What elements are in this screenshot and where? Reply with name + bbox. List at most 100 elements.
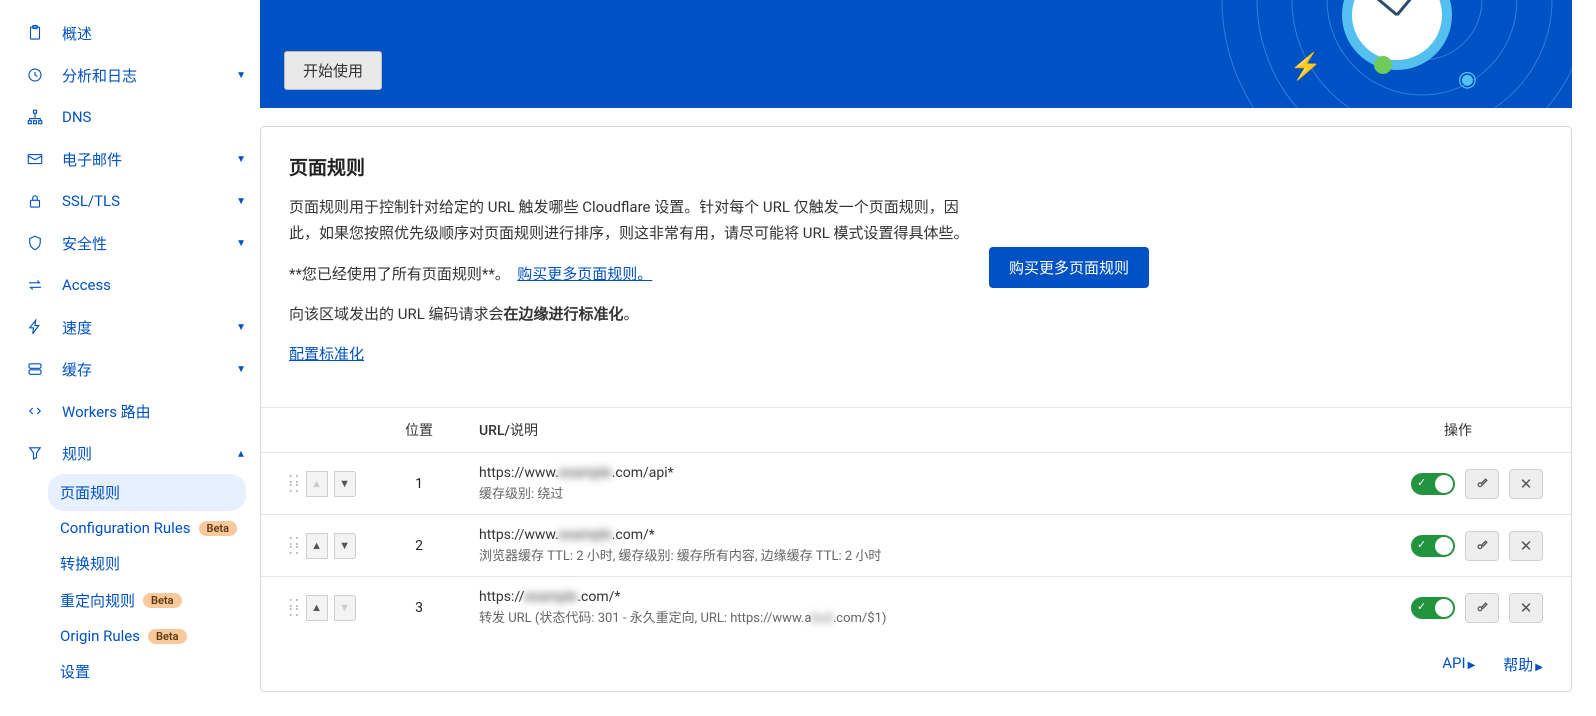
bolt-decoration-icon: ⚡: [1290, 52, 1322, 82]
main: 开始使用 ⚡ ◉ 页面规则 页面规则用于控制针对给定的 URL 触发哪些 Clo…: [260, 0, 1596, 716]
buy-more-link[interactable]: 购买更多页面规则。: [517, 265, 652, 283]
col-actions: 操作: [1373, 420, 1543, 440]
chevron-down-icon: ▼: [236, 154, 246, 165]
chevron-down-icon: ▼: [236, 70, 246, 81]
card-title: 页面规则: [289, 153, 969, 180]
beta-badge: Beta: [148, 629, 187, 644]
swap-icon: [24, 274, 46, 296]
start-button[interactable]: 开始使用: [284, 51, 382, 90]
col-description: URL/说明: [479, 420, 1373, 440]
table-header: 位置 URL/说明 操作: [261, 407, 1571, 452]
col-position: 位置: [359, 420, 479, 440]
row-url: https://example.com/*: [479, 589, 1373, 605]
edit-button[interactable]: [1465, 469, 1499, 499]
chevron-down-icon: ▼: [236, 196, 246, 207]
sidebar-item-email[interactable]: 电子邮件 ▼: [0, 138, 260, 180]
drag-handle-icon[interactable]: ∷∷: [289, 599, 300, 617]
sidebar-item-overview[interactable]: 概述: [0, 12, 260, 54]
move-down-button[interactable]: ▼: [334, 471, 356, 497]
chevron-down-icon: ▼: [236, 238, 246, 249]
sidebar-sub-redirect[interactable]: 重定向规则Beta: [60, 582, 260, 619]
sidebar-item-access[interactable]: Access: [0, 264, 260, 306]
card-norm-line: 向该区域发出的 URL 编码请求会在边缘进行标准化。: [289, 301, 969, 327]
sidebar-item-label: 安全性: [62, 233, 107, 254]
buy-more-button[interactable]: 购买更多页面规则: [989, 247, 1149, 288]
shield-icon: [24, 232, 46, 254]
row-position: 3: [359, 600, 479, 616]
page-rules-card: 页面规则 页面规则用于控制针对给定的 URL 触发哪些 Cloudflare 设…: [260, 126, 1572, 692]
sidebar-item-label: DNS: [62, 108, 91, 126]
hero-banner: 开始使用 ⚡ ◉: [260, 0, 1572, 108]
card-description: 页面规则用于控制针对给定的 URL 触发哪些 Cloudflare 设置。针对每…: [289, 194, 969, 247]
row-desc: 浏览器缓存 TTL: 2 小时, 缓存级别: 缓存所有内容, 边缘缓存 TTL:…: [479, 545, 1373, 564]
sidebar-sub-config-rules[interactable]: Configuration RulesBeta: [60, 511, 260, 545]
sidebar-item-cache[interactable]: 缓存 ▼: [0, 348, 260, 390]
delete-button[interactable]: ✕: [1509, 531, 1543, 561]
clipboard-icon: [24, 22, 46, 44]
sidebar-item-label: 概述: [62, 23, 92, 44]
smile-decoration-icon: [1374, 56, 1392, 74]
row-url: https://www.example.com/*: [479, 527, 1373, 543]
row-desc: 缓存级别: 绕过: [479, 483, 1373, 502]
chevron-down-icon: ▼: [236, 322, 246, 333]
sidebar-item-workers[interactable]: Workers 路由: [0, 390, 260, 432]
sidebar-sub-transform[interactable]: 转换规则: [60, 545, 260, 582]
sidebar-item-label: 电子邮件: [62, 149, 122, 170]
funnel-icon: [24, 442, 46, 464]
card-used-line: **您已经使用了所有页面规则**。 购买更多页面规则。: [289, 261, 969, 287]
row-desc: 转发 URL (状态代码: 301 - 永久重定向, URL: https://…: [479, 607, 1373, 626]
sidebar-item-security[interactable]: 安全性 ▼: [0, 222, 260, 264]
sidebar-item-ssl[interactable]: SSL/TLS ▼: [0, 180, 260, 222]
mail-icon: [24, 148, 46, 170]
enable-toggle[interactable]: ✓: [1411, 597, 1455, 619]
card-footer: API▶ 帮助▶: [261, 638, 1571, 691]
clock-icon: [24, 64, 46, 86]
lock-icon: [24, 190, 46, 212]
sidebar-item-label: SSL/TLS: [62, 192, 120, 210]
sidebar: 概述 分析和日志 ▼ DNS 电子邮件 ▼ SSL/TLS ▼ 安全性 ▼ Ac…: [0, 0, 260, 716]
sidebar-item-rules[interactable]: 规则 ▼: [0, 432, 260, 474]
sidebar-item-label: 缓存: [62, 359, 92, 380]
enable-toggle[interactable]: ✓: [1411, 473, 1455, 495]
move-up-button: ▲: [306, 471, 328, 497]
table-row: ∷∷ ▲ ▼ 3 https://example.com/* 转发 URL (状…: [261, 576, 1571, 638]
sidebar-item-dns[interactable]: DNS: [0, 96, 260, 138]
sidebar-rules-subs: 页面规则 Configuration RulesBeta 转换规则 重定向规则B…: [0, 474, 260, 690]
sidebar-item-label: 分析和日志: [62, 65, 137, 86]
move-up-button[interactable]: ▲: [306, 595, 328, 621]
row-position: 2: [359, 538, 479, 554]
edit-button[interactable]: [1465, 531, 1499, 561]
move-down-button: ▼: [334, 595, 356, 621]
chevron-down-icon: ▼: [236, 364, 246, 375]
sidebar-sub-page-rules[interactable]: 页面规则: [48, 474, 246, 511]
sidebar-item-analytics[interactable]: 分析和日志 ▼: [0, 54, 260, 96]
drag-handle-icon[interactable]: ∷∷: [289, 475, 300, 493]
drag-handle-icon[interactable]: ∷∷: [289, 537, 300, 555]
help-link[interactable]: 帮助▶: [1503, 654, 1543, 675]
sidebar-sub-origin[interactable]: Origin RulesBeta: [60, 619, 260, 653]
enable-toggle[interactable]: ✓: [1411, 535, 1455, 557]
sidebar-item-label: 速度: [62, 317, 92, 338]
api-link[interactable]: API▶: [1442, 654, 1475, 675]
server-icon: [24, 358, 46, 380]
sidebar-item-speed[interactable]: 速度 ▼: [0, 306, 260, 348]
edit-button[interactable]: [1465, 593, 1499, 623]
delete-button[interactable]: ✕: [1509, 593, 1543, 623]
bolt-icon: [24, 316, 46, 338]
configure-norm-link[interactable]: 配置标准化: [289, 345, 364, 363]
chevron-up-icon: ▼: [236, 448, 246, 459]
delete-button[interactable]: ✕: [1509, 469, 1543, 499]
sidebar-item-label: Workers 路由: [62, 401, 151, 422]
row-position: 1: [359, 476, 479, 492]
beta-badge: Beta: [199, 521, 238, 536]
network-icon: [24, 106, 46, 128]
row-url: https://www.example.com/api*: [479, 465, 1373, 481]
sidebar-item-label: 规则: [62, 443, 92, 464]
table-row: ∷∷ ▲ ▼ 1 https://www.example.com/api* 缓存…: [261, 452, 1571, 514]
table-row: ∷∷ ▲ ▼ 2 https://www.example.com/* 浏览器缓存…: [261, 514, 1571, 576]
sidebar-item-label: Access: [62, 276, 111, 294]
move-up-button[interactable]: ▲: [306, 533, 328, 559]
move-down-button[interactable]: ▼: [334, 533, 356, 559]
code-icon: [24, 400, 46, 422]
beta-badge: Beta: [143, 593, 182, 608]
